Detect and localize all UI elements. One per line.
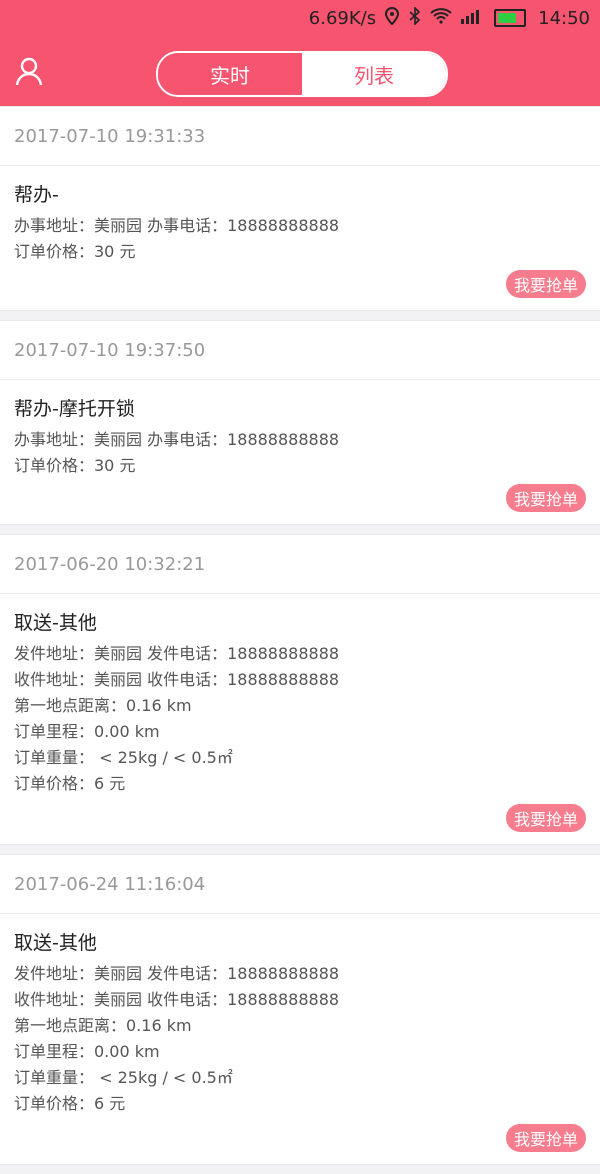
order-detail-row: 收件地址：美丽园 收件电话：18888888888 bbox=[14, 670, 340, 689]
order-detail-row: 订单里程：0.00 km bbox=[14, 1042, 160, 1061]
order-title: 帮办- bbox=[14, 184, 59, 206]
bluetooth-icon bbox=[408, 5, 422, 30]
grab-order-button[interactable]: 我要抢单 bbox=[505, 484, 586, 512]
network-speed: 6.69K/s bbox=[308, 7, 377, 29]
order-time: 2017-07-10 19:31:33 bbox=[0, 107, 600, 166]
order-detail-row: 订单里程：0.00 km bbox=[14, 722, 160, 741]
order-detail-row: 办事地址：美丽园 办事电话：18888888888 bbox=[14, 216, 340, 235]
tab-realtime[interactable]: 实时 bbox=[158, 53, 302, 95]
order-title: 取送-其他 bbox=[14, 932, 97, 954]
clock: 14:50 bbox=[538, 7, 590, 29]
order-title: 帮办-摩托开锁 bbox=[14, 398, 135, 420]
order-time: 2017-06-20 10:32:21 bbox=[0, 535, 600, 594]
order-detail-row: 订单重量： < 25kg / < 0.5㎡ bbox=[14, 748, 233, 767]
tab-list[interactable]: 列表 bbox=[302, 53, 446, 95]
order-detail-row: 第一地点距离：0.16 km bbox=[14, 696, 192, 715]
order-detail-row: 订单价格：6 元 bbox=[14, 1094, 126, 1113]
user-profile-icon[interactable] bbox=[14, 56, 44, 86]
battery-icon bbox=[494, 9, 527, 27]
status-bar: 6.69K/s 14:50 bbox=[308, 5, 590, 30]
order-time: 2017-07-10 19:37:50 bbox=[0, 321, 600, 380]
order-detail-row: 订单价格：6 元 bbox=[14, 774, 126, 793]
signal-icon bbox=[460, 8, 480, 29]
order-title: 取送-其他 bbox=[14, 612, 97, 634]
order-detail-row: 第一地点距离：0.16 km bbox=[14, 1016, 192, 1035]
location-icon bbox=[384, 6, 400, 30]
order-detail-row: 订单价格：30 元 bbox=[14, 242, 136, 261]
grab-order-button[interactable]: 我要抢单 bbox=[505, 270, 586, 298]
order-detail-row: 收件地址：美丽园 收件电话：18888888888 bbox=[14, 990, 340, 1009]
order-card: 2017-07-10 19:37:50 帮办-摩托开锁 办事地址：美丽园 办事电… bbox=[0, 320, 600, 525]
wifi-icon bbox=[430, 7, 452, 29]
order-detail-row: 发件地址：美丽园 发件电话：18888888888 bbox=[14, 964, 340, 983]
order-card: 2017-07-10 19:31:33 帮办- 办事地址：美丽园 办事电话：18… bbox=[0, 106, 600, 311]
order-detail-row: 发件地址：美丽园 发件电话：18888888888 bbox=[14, 644, 340, 663]
view-toggle: 实时 列表 bbox=[156, 51, 448, 97]
app-header: 6.69K/s 14:50 实时 列表 bbox=[0, 0, 600, 106]
order-card: 2017-06-20 10:32:21 取送-其他 发件地址：美丽园 发件电话：… bbox=[0, 534, 600, 845]
order-detail-row: 订单重量： < 25kg / < 0.5㎡ bbox=[14, 1068, 233, 1087]
order-detail-row: 办事地址：美丽园 办事电话：18888888888 bbox=[14, 430, 340, 449]
grab-order-button[interactable]: 我要抢单 bbox=[505, 1124, 586, 1152]
order-time: 2017-06-24 11:16:04 bbox=[0, 855, 600, 914]
order-list: 2017-07-10 19:31:33 帮办- 办事地址：美丽园 办事电话：18… bbox=[0, 106, 600, 1174]
grab-order-button[interactable]: 我要抢单 bbox=[505, 804, 586, 832]
order-detail-row: 订单价格：30 元 bbox=[14, 456, 136, 475]
order-card: 2017-06-24 11:16:04 取送-其他 发件地址：美丽园 发件电话：… bbox=[0, 854, 600, 1165]
